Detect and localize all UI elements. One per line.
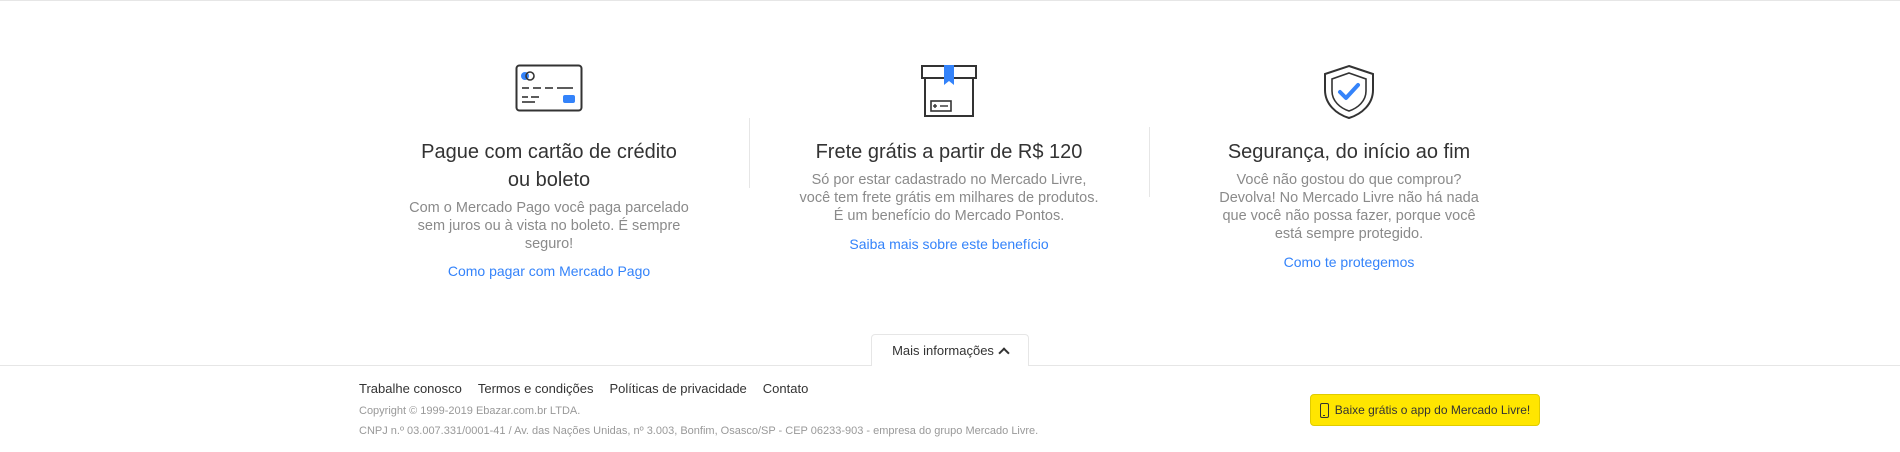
footer-nav: Trabalhe conosco Termos e condições Polí…: [359, 381, 808, 396]
contact-link[interactable]: Contato: [763, 381, 809, 396]
work-with-us-link[interactable]: Trabalhe conosco: [359, 381, 462, 396]
package-icon: [749, 64, 1149, 120]
shield-check-icon: [1149, 64, 1549, 120]
privacy-link[interactable]: Políticas de privacidade: [609, 381, 746, 396]
download-app-button[interactable]: Baixe grátis o app do Mercado Livre!: [1310, 394, 1540, 426]
chevron-up-icon: [998, 346, 1010, 359]
footer: Trabalhe conosco Termos e condições Polí…: [0, 366, 1900, 452]
more-info-button[interactable]: Mais informações: [871, 334, 1029, 366]
credit-card-icon: [349, 64, 749, 120]
benefit-description: Só por estar cadastrado no Mercado Livre…: [799, 172, 1099, 224]
benefit-title: Frete grátis a partir de R$ 120: [815, 141, 1083, 163]
terms-link[interactable]: Termos e condições: [478, 381, 594, 396]
copyright-text: Copyright © 1999-2019 Ebazar.com.br LTDA…: [359, 405, 581, 417]
shipping-benefit-link[interactable]: Saiba mais sobre este benefício: [749, 236, 1149, 252]
how-we-protect-link[interactable]: Como te protegemos: [1149, 254, 1549, 270]
benefit-title: Pague com cartão de crédito ou boleto: [421, 141, 677, 191]
benefit-description: Você não gostou do que comprou? Devolva!…: [1219, 172, 1479, 242]
how-to-pay-link[interactable]: Como pagar com Mercado Pago: [349, 263, 749, 279]
phone-icon: [1319, 402, 1329, 418]
benefits-section: Pague com cartão de crédito ou boleto Co…: [0, 0, 1900, 340]
more-info-label: Mais informações: [892, 343, 994, 358]
company-address: CNPJ n.º 03.007.331/0001-41 / Av. das Na…: [359, 425, 1039, 437]
download-app-label: Baixe grátis o app do Mercado Livre!: [1334, 403, 1531, 417]
benefit-description: Com o Mercado Pago você paga parcelado s…: [409, 200, 689, 252]
benefit-title: Segurança, do início ao fim: [1227, 141, 1471, 163]
